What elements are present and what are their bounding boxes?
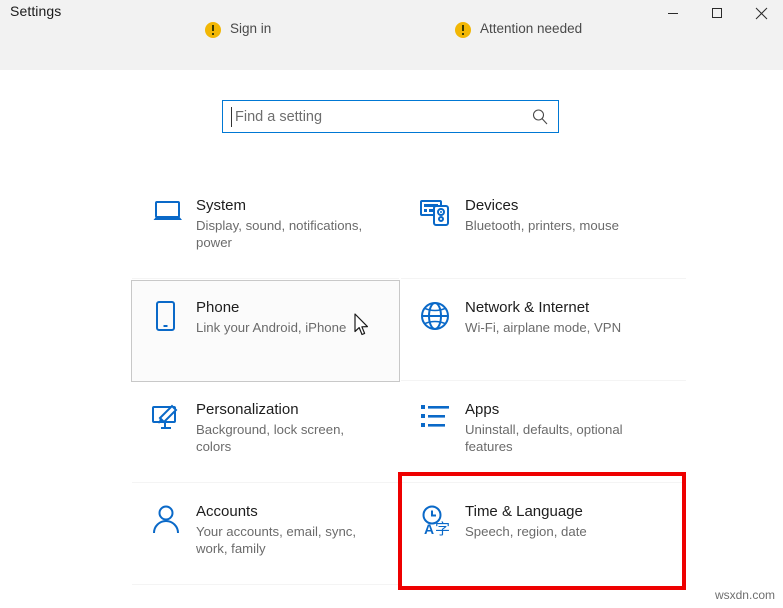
tile-personalization[interactable]: Personalization Background, lock screen,… — [131, 382, 400, 484]
tile-title: Devices — [465, 197, 519, 214]
svg-text:A: A — [424, 521, 434, 537]
attention-needed-status[interactable]: Attention needed — [455, 18, 582, 40]
tile-subtitle: Link your Android, iPhone — [196, 320, 347, 335]
svg-text:字: 字 — [435, 520, 450, 538]
tile-time-language[interactable]: A 字 Time & Language Speech, region, date — [400, 484, 687, 586]
mouse-cursor-icon — [354, 313, 371, 338]
search-icon[interactable] — [531, 108, 549, 126]
tile-personalization-text: Personalization Background, lock screen,… — [196, 400, 382, 455]
tile-subtitle: Your accounts, email, sync, work, family — [196, 524, 357, 556]
warning-badge-icon — [205, 22, 221, 38]
tile-system[interactable]: System Display, sound, notifications, po… — [131, 178, 400, 280]
tile-subtitle: Bluetooth, printers, mouse — [465, 218, 619, 233]
app-list-icon — [419, 400, 465, 442]
tile-accounts[interactable]: Accounts Your accounts, email, sync, wor… — [131, 484, 400, 586]
phone-icon — [150, 298, 196, 340]
sign-in-label: Sign in — [230, 21, 272, 36]
tile-network-text: Network & Internet Wi-Fi, airplane mode,… — [465, 298, 621, 336]
tile-time-language-text: Time & Language Speech, region, date — [465, 502, 587, 540]
tile-title: Network & Internet — [465, 299, 590, 316]
tile-accounts-text: Accounts Your accounts, email, sync, wor… — [196, 502, 382, 557]
tile-title: Apps — [465, 401, 500, 418]
tile-devices-text: Devices Bluetooth, printers, mouse — [465, 196, 619, 234]
text-caret — [231, 107, 232, 127]
tile-title: Phone — [196, 299, 240, 316]
tile-title: Accounts — [196, 503, 258, 520]
tile-network-internet[interactable]: Network & Internet Wi-Fi, airplane mode,… — [400, 280, 687, 382]
globe-icon — [419, 298, 465, 340]
cut-off-account-row: Sign in Attention needed — [0, 18, 783, 44]
tile-subtitle: Background, lock screen, colors — [196, 422, 345, 454]
settings-window: Settings Sign in Attention needed Find a… — [0, 0, 783, 608]
watermark: wsxdn.com — [714, 588, 775, 602]
title-bar: Settings Sign in Attention needed — [0, 0, 783, 70]
tile-devices[interactable]: Devices Bluetooth, printers, mouse — [400, 178, 687, 280]
keyboard-device-icon — [419, 196, 465, 238]
settings-tile-grid: System Display, sound, notifications, po… — [131, 178, 687, 586]
attention-needed-label: Attention needed — [480, 21, 583, 36]
tile-system-text: System Display, sound, notifications, po… — [196, 196, 382, 251]
search-box[interactable] — [222, 100, 559, 133]
monitor-brush-icon — [150, 400, 196, 442]
tile-subtitle: Wi-Fi, airplane mode, VPN — [465, 320, 622, 335]
tile-apps-text: Apps Uninstall, defaults, optional featu… — [465, 400, 661, 455]
tile-title: Time & Language — [465, 503, 583, 520]
tile-subtitle: Speech, region, date — [465, 524, 587, 539]
search-input[interactable] — [223, 101, 558, 132]
clock-language-icon: A 字 — [419, 502, 465, 544]
window-title: Settings — [10, 3, 62, 19]
sign-in-status[interactable]: Sign in — [205, 18, 271, 40]
tile-apps[interactable]: Apps Uninstall, defaults, optional featu… — [400, 382, 687, 484]
tile-title: Personalization — [196, 401, 299, 418]
tile-subtitle: Uninstall, defaults, optional features — [465, 422, 623, 454]
tile-subtitle: Display, sound, notifications, power — [196, 218, 363, 250]
person-icon — [150, 502, 196, 544]
tile-phone-text: Phone Link your Android, iPhone — [196, 298, 346, 336]
tile-title: System — [196, 197, 247, 214]
laptop-icon — [150, 196, 196, 238]
warning-badge-icon — [455, 22, 471, 38]
